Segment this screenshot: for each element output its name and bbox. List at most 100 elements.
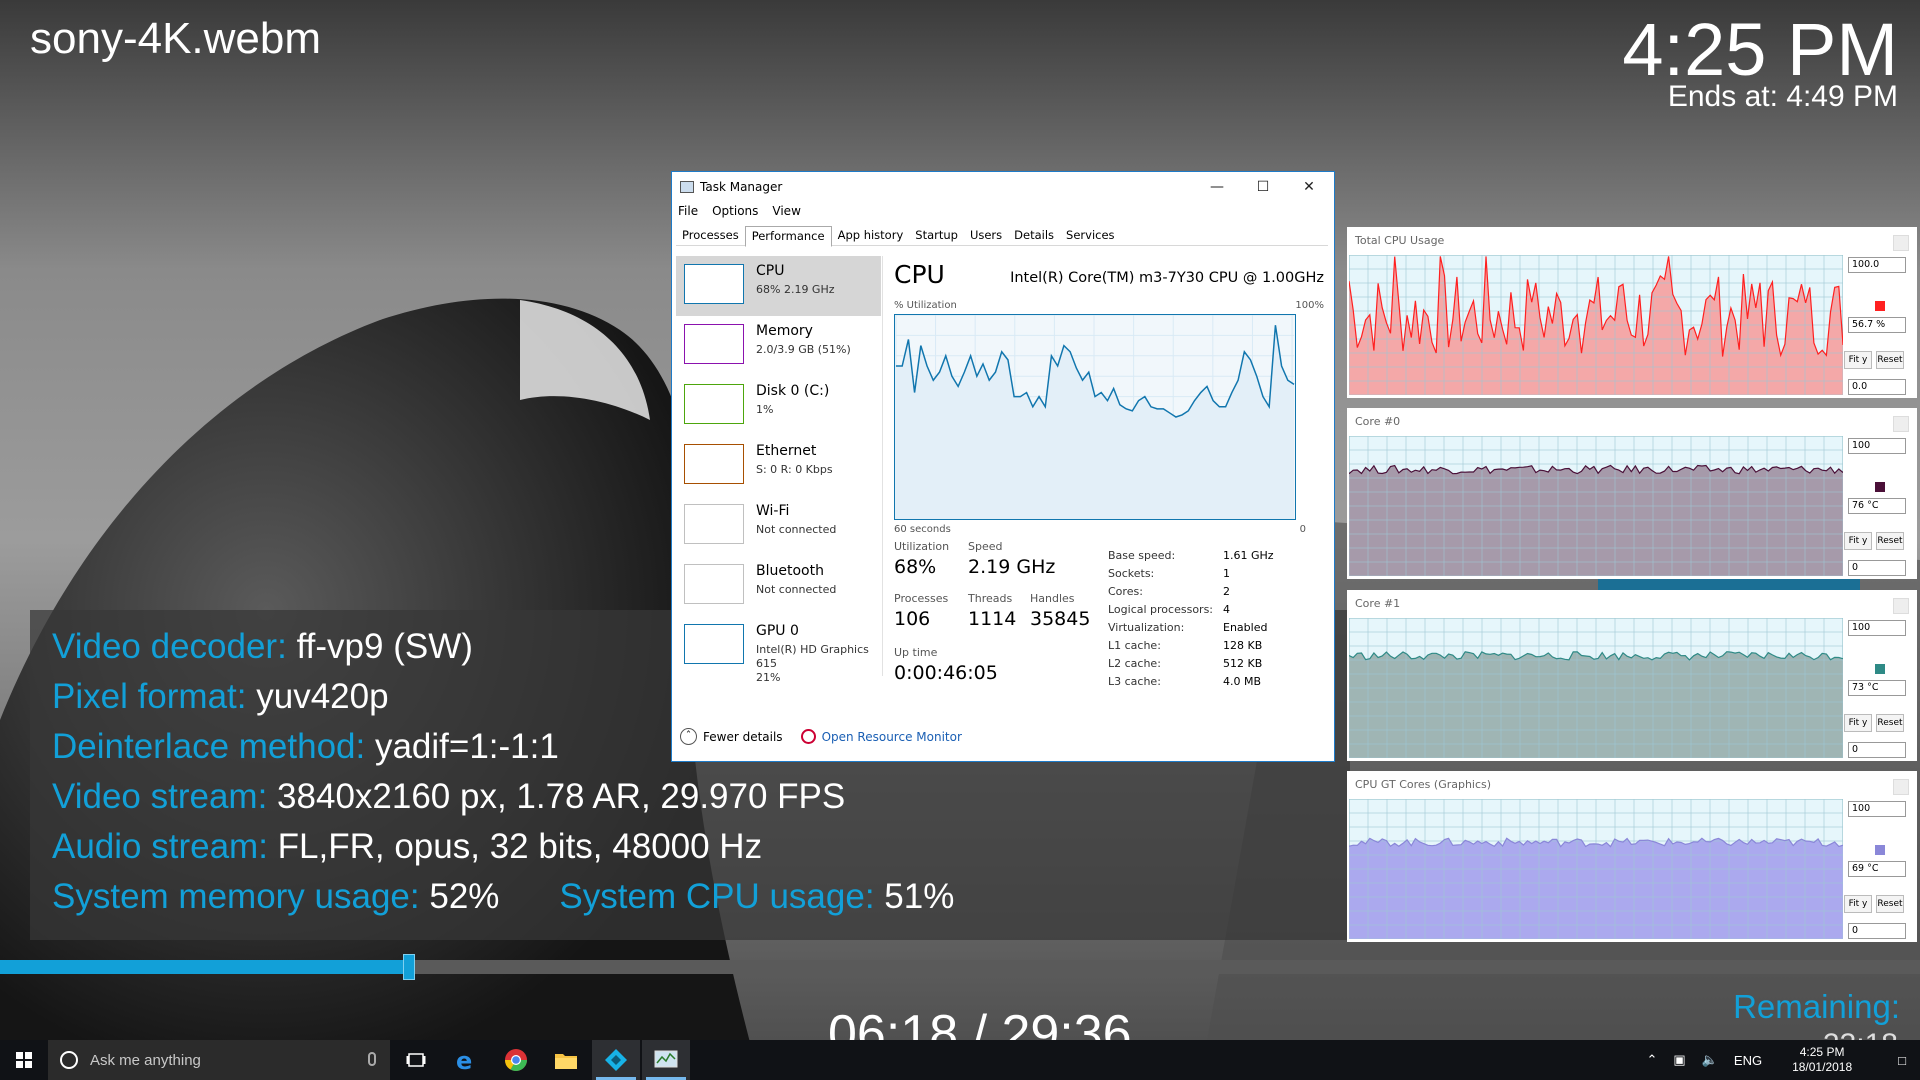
language-indicator[interactable]: ENG [1734,1053,1762,1068]
maximize-button[interactable]: ☐ [1240,172,1286,202]
resource-monitor-icon [800,729,816,744]
menu-view[interactable]: View [772,204,800,218]
fit-y-button[interactable]: Fit y [1844,351,1872,369]
sidebar-item-detail: 2.0/3.9 GB (51%) [756,343,851,356]
utilization-axis-label: % Utilization [894,300,957,311]
tab-startup[interactable]: Startup [909,226,964,246]
menu-file[interactable]: File [678,204,698,218]
volume-icon[interactable]: 🔈 [1702,1052,1718,1068]
sidebar-item-bluetooth[interactable]: Bluetooth Not connected [676,556,881,616]
task-manager-icon-taskbar [654,1050,678,1068]
perf-monitor-close-button[interactable] [1893,779,1909,795]
spec-key: L2 cache: [1108,657,1161,670]
network-icon[interactable]: ▣ [1673,1052,1685,1068]
perf-monitor-close-button[interactable] [1893,235,1909,251]
sidebar-item-ethernet[interactable]: Ethernet S: 0 R: 0 Kbps [676,436,881,496]
sidebar-item-name: Wi-Fi [756,503,790,519]
fit-y-button[interactable]: Fit y [1844,895,1872,913]
spec-key: Virtualization: [1108,621,1185,634]
taskbar-task-manager[interactable] [642,1040,690,1080]
reset-button[interactable]: Reset [1876,895,1904,913]
reset-button[interactable]: Reset [1876,532,1904,550]
fit-y-button[interactable]: Fit y [1844,714,1872,732]
taskbar-edge[interactable]: e [442,1040,490,1080]
sidebar-item-detail: 68% 2.19 GHz [756,283,835,296]
sidebar-item-cpu[interactable]: CPU 68% 2.19 GHz [676,256,881,316]
perf-monitor-3[interactable]: Core #1 100 73 °C Fit y Reset 0 [1347,590,1917,761]
spec-key: Sockets: [1108,567,1155,580]
folder-icon [555,1054,577,1069]
taskbar-chrome[interactable] [492,1040,540,1080]
menu-bar: File Options View [678,204,801,218]
tab-users[interactable]: Users [964,226,1008,246]
sidebar-item-name: Bluetooth [756,563,824,579]
sidebar-item-disk-0-c[interactable]: Disk 0 (C:) 1% [676,376,881,436]
show-hidden-icons[interactable]: ⌃ [1647,1052,1658,1068]
utilization-axis-max: 100% [1295,300,1324,311]
seek-handle[interactable] [402,954,415,980]
taskbar-file-explorer[interactable] [542,1040,590,1080]
perf-monitor-1[interactable]: Total CPU Usage 100.0 56.7 % Fit y Reset 0.0 [1347,227,1917,398]
perf-monitor-2[interactable]: Core #0 100 76 °C Fit y Reset 0 [1347,408,1917,579]
perf-monitor-title-core-0: Core #0 [1355,415,1401,428]
sidebar-item-detail: 1% [756,403,774,416]
perf-monitor-close-button[interactable] [1893,416,1909,432]
minimize-button[interactable]: — [1194,172,1240,202]
tab-processes[interactable]: Processes [676,226,745,246]
perf-monitor-min: 0.0 [1848,379,1906,395]
perf-monitor-close-button[interactable] [1893,598,1909,614]
edge-icon: e [456,1048,472,1072]
search-box[interactable]: Ask me anything [48,1040,390,1080]
microphone-icon[interactable] [368,1052,376,1066]
tray-clock[interactable]: 4:25 PM 18/01/2018 [1792,1045,1852,1075]
start-button[interactable] [0,1040,48,1080]
reset-button[interactable]: Reset [1876,351,1904,369]
perf-monitor-4[interactable]: CPU GT Cores (Graphics) 100 69 °C Fit y Rese… [1347,771,1917,942]
task-view-button[interactable] [392,1040,440,1080]
threads-label: Threads [968,592,1013,605]
seek-progress [0,960,409,974]
spec-key: L1 cache: [1108,639,1161,652]
sidebar-item-memory[interactable]: Memory 2.0/3.9 GB (51%) [676,316,881,376]
series-color-swatch [1875,482,1885,492]
tab-app-history[interactable]: App history [832,226,910,246]
tab-details[interactable]: Details [1008,226,1060,246]
mini-graph [684,384,744,424]
sidebar-item-name: Memory [756,323,813,339]
sidebar-item-gpu-0[interactable]: GPU 0 Intel(R) HD Graphics 615 21% [676,616,881,684]
open-resource-monitor-link[interactable]: Open Resource Monitor [822,730,962,744]
fewer-details-link[interactable]: Fewer details [703,730,783,744]
utilization-value: 68% [894,556,937,578]
sidebar-item-wi-fi[interactable]: Wi-Fi Not connected [676,496,881,556]
spec-key: L3 cache: [1108,675,1161,688]
chevron-up-icon[interactable]: ˆ [680,728,697,745]
notifications-icon[interactable]: □ [1898,1053,1906,1068]
perf-monitor-current: 69 °C [1848,861,1906,877]
series-color-swatch [1875,301,1885,311]
cpu-model: Intel(R) Core(TM) m3-7Y30 CPU @ 1.00GHz [1010,270,1324,286]
fit-y-button[interactable]: Fit y [1844,532,1872,550]
tab-performance[interactable]: Performance [744,226,832,247]
handles-label: Handles [1030,592,1075,605]
reset-button[interactable]: Reset [1876,714,1904,732]
perf-monitor-title-core-1: Core #1 [1355,597,1401,610]
mini-graph [684,624,744,664]
tab-services[interactable]: Services [1060,226,1121,246]
task-manager-window[interactable]: Task Manager — ☐ ✕ File Options View Pro… [671,171,1335,762]
menu-options[interactable]: Options [712,204,758,218]
perf-monitor-min: 0 [1848,742,1906,758]
close-button[interactable]: ✕ [1286,172,1332,202]
speed-label: Speed [968,540,1003,553]
taskbar-kodi[interactable] [592,1040,640,1080]
search-placeholder: Ask me anything [90,1051,201,1069]
spec-value: 512 KB [1223,657,1263,670]
series-color-swatch [1875,845,1885,855]
perf-monitor-max: 100.0 [1848,257,1906,273]
cpu-utilization-graph [894,314,1296,520]
mini-graph [684,444,744,484]
seek-bar[interactable] [0,954,1920,980]
cpu-detail-pane: CPU Intel(R) Core(TM) m3-7Y30 CPU @ 1.00… [884,256,1332,688]
processes-label: Processes [894,592,949,605]
task-manager-titlebar[interactable]: Task Manager — ☐ ✕ [672,172,1334,202]
codec-line-audio-stream: Audio stream: FL,FR, opus, 32 bits, 4800… [52,827,763,866]
